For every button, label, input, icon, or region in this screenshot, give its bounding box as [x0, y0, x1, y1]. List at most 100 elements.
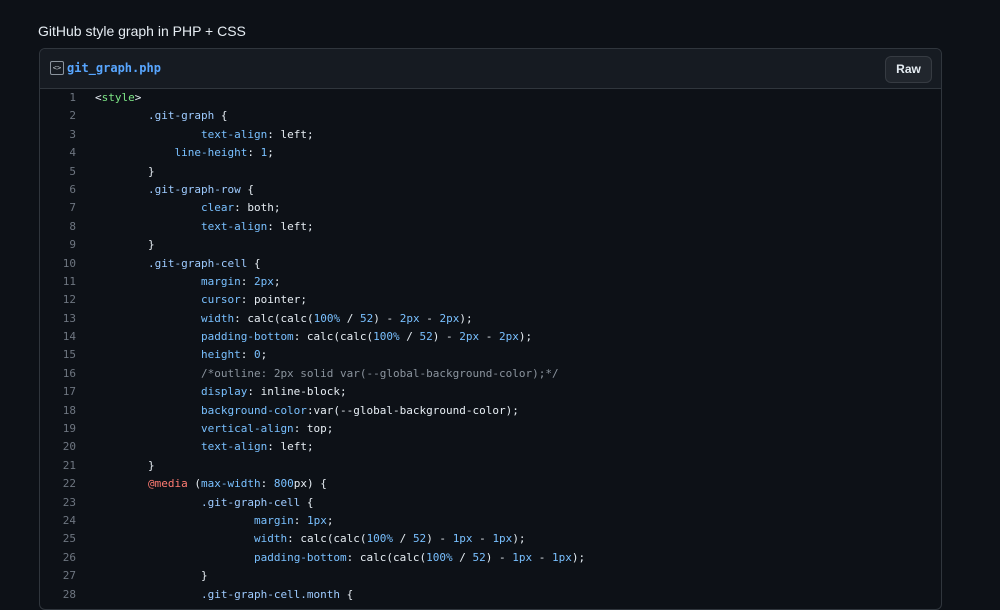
code-line: 2 .git-graph { — [40, 107, 941, 125]
code-text: } — [76, 567, 208, 585]
line-number[interactable]: 25 — [40, 530, 76, 548]
code-text: text-align: left; — [76, 218, 314, 236]
line-number[interactable]: 2 — [40, 107, 76, 125]
code-text: /*outline: 2px solid var(--global-backgr… — [76, 365, 559, 383]
code-token: - — [532, 550, 553, 564]
line-number[interactable]: 16 — [40, 365, 76, 383]
line-number[interactable]: 14 — [40, 328, 76, 346]
code-line: 22 @media (max-width: 800px) { — [40, 475, 941, 493]
code-token: background-color — [95, 403, 307, 417]
code-token: line-height — [95, 146, 248, 160]
line-number[interactable]: 22 — [40, 475, 76, 493]
code-token: .git-graph-cell — [95, 495, 301, 509]
code-token: clear — [95, 201, 235, 215]
code-token: : calc(calc( — [346, 550, 427, 564]
code-token: text-align — [95, 219, 268, 233]
code-token: : — [240, 274, 254, 288]
code-text: height: 0; — [76, 346, 267, 364]
line-number[interactable]: 27 — [40, 567, 76, 585]
line-number[interactable]: 8 — [40, 218, 76, 236]
line-number[interactable]: 9 — [40, 236, 76, 254]
line-number[interactable]: 6 — [40, 181, 76, 199]
line-number[interactable]: 5 — [40, 163, 76, 181]
code-token: 2px — [499, 330, 519, 344]
code-token: ); — [512, 532, 526, 546]
code-token: : calc(calc( — [287, 532, 367, 546]
code-line: 20 text-align: left; — [40, 438, 941, 456]
code-token: max-width — [200, 477, 261, 491]
line-number[interactable]: 19 — [40, 420, 76, 438]
code-token: .git-graph-cell.month — [95, 587, 341, 601]
code-token: { — [247, 256, 261, 270]
line-number[interactable]: 13 — [40, 310, 76, 328]
code-token: ; — [267, 146, 274, 160]
code-text: .git-graph-cell { — [76, 494, 314, 512]
line-number[interactable]: 11 — [40, 273, 76, 291]
code-token: : top; — [293, 422, 334, 436]
line-number[interactable]: 21 — [40, 457, 76, 475]
line-number[interactable]: 12 — [40, 291, 76, 309]
code-token: : pointer; — [240, 293, 307, 307]
code-token: 2px — [399, 311, 420, 325]
code-token: 800 — [273, 477, 294, 491]
line-number[interactable]: 24 — [40, 512, 76, 530]
code-token: ) - — [432, 330, 460, 344]
code-token: cursor — [95, 293, 241, 307]
code-view: 1 <style> 2 .git-graph {3 text-align: left… — [40, 89, 941, 604]
code-token: : — [260, 477, 274, 491]
code-line: 25 width: calc(calc(100% / 52) - 1px - 1… — [40, 530, 941, 548]
code-token: 1px — [492, 532, 513, 546]
code-token: 100% — [366, 532, 394, 546]
code-token: : left; — [267, 440, 314, 454]
code-token: ( — [187, 477, 201, 491]
line-number[interactable]: 23 — [40, 494, 76, 512]
line-number[interactable]: 17 — [40, 383, 76, 401]
code-line: 18 background-color:var(--global-backgro… — [40, 402, 941, 420]
code-text: padding-bottom: calc(calc(100% / 52) - 1… — [76, 549, 585, 567]
code-text: .git-graph-cell { — [76, 255, 261, 273]
code-token: } — [95, 164, 155, 178]
code-token: .git-graph — [95, 109, 215, 123]
code-line: 19 vertical-align: top; — [40, 420, 941, 438]
line-number[interactable]: 18 — [40, 402, 76, 420]
code-token: .git-graph-cell — [95, 256, 248, 270]
file-header: <> git_graph.php Raw — [40, 49, 941, 89]
line-number[interactable]: 20 — [40, 438, 76, 456]
code-token: } — [95, 238, 155, 252]
code-token: ); — [518, 330, 533, 344]
raw-button[interactable]: Raw — [885, 56, 932, 83]
line-number[interactable]: 28 — [40, 586, 76, 604]
code-token: margin — [95, 513, 294, 527]
code-token: ; — [326, 513, 334, 527]
line-number[interactable]: 3 — [40, 126, 76, 144]
line-number[interactable]: 1 — [40, 89, 76, 107]
file-name-link[interactable]: git_graph.php — [67, 61, 161, 75]
line-number[interactable]: 7 — [40, 199, 76, 217]
code-token: 1px — [512, 550, 533, 564]
line-number[interactable]: 10 — [40, 255, 76, 273]
code-line: 28 .git-graph-cell.month { — [40, 586, 941, 604]
code-token: ); — [571, 550, 586, 564]
line-number[interactable]: 15 — [40, 346, 76, 364]
code-text: <style> — [76, 89, 141, 107]
line-number[interactable]: 26 — [40, 549, 76, 567]
code-token: { — [240, 182, 254, 196]
code-text: text-align: left; — [76, 126, 314, 144]
code-token: px) { — [293, 477, 327, 491]
code-token: ) - — [426, 532, 453, 546]
code-text: display: inline-block; — [76, 383, 347, 401]
code-line: 11 margin: 2px; — [40, 273, 941, 291]
code-token: / — [399, 330, 420, 344]
code-token: 52 — [359, 311, 374, 325]
code-token: ); — [459, 311, 473, 325]
code-text: } — [76, 163, 155, 181]
line-number[interactable]: 4 — [40, 144, 76, 162]
code-text: .git-graph { — [76, 107, 227, 125]
code-token: : calc(calc( — [234, 311, 314, 325]
code-text: margin: 2px; — [76, 273, 281, 291]
code-text: } — [76, 236, 155, 254]
code-token: width — [95, 532, 288, 546]
code-token: / — [452, 550, 473, 564]
code-token: } — [95, 458, 155, 472]
